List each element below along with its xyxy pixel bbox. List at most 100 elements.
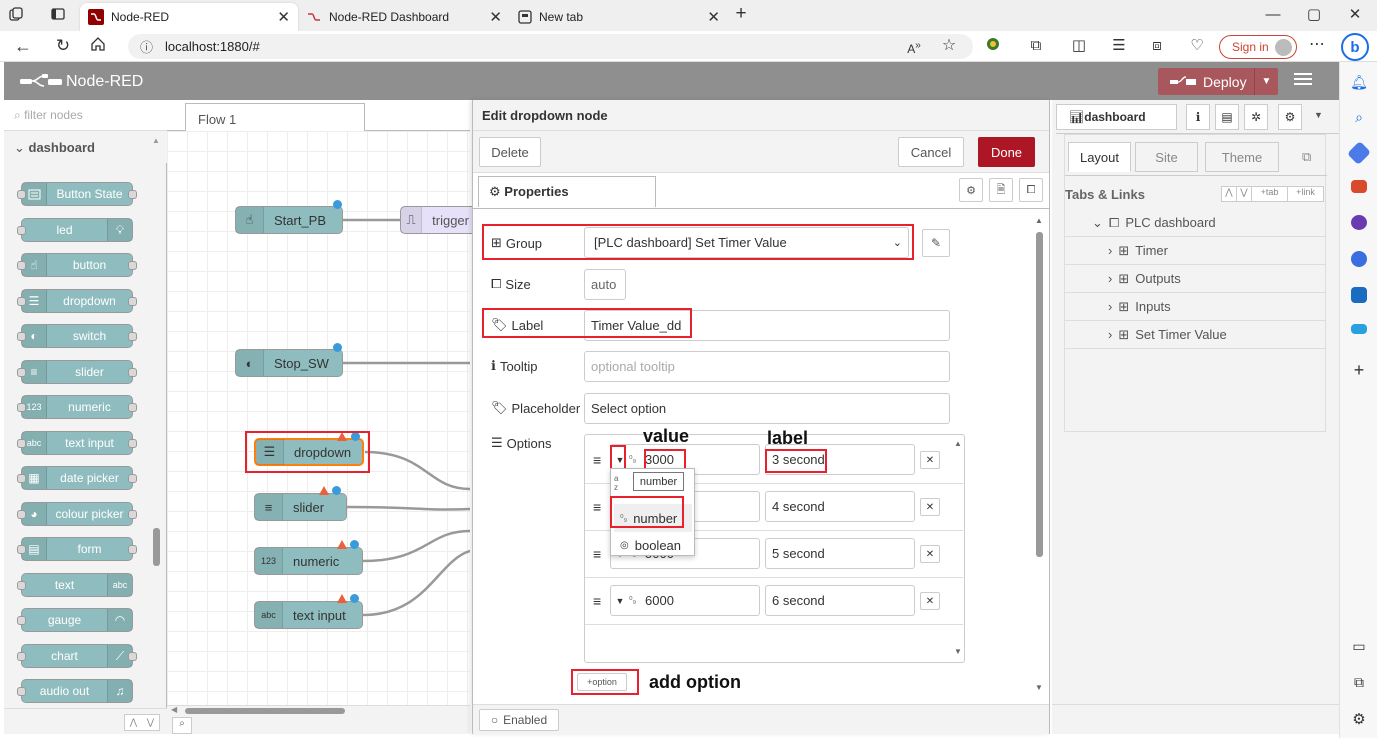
string-type-icon[interactable]: az xyxy=(614,474,618,492)
tree-tab-plc-dashboard[interactable]: ⌄ ⧠ PLC dashboard xyxy=(1065,209,1325,237)
palette-node-chart[interactable]: chart ⟋ xyxy=(17,644,137,668)
split-screen-icon[interactable]: ◫ xyxy=(1068,36,1090,56)
url-field[interactable]: ⓘ localhost:1880/# xyxy=(128,34,973,59)
flow-node-slider[interactable]: ≡ slider xyxy=(254,493,347,521)
tab-actions-icon[interactable] xyxy=(50,6,72,22)
notification-bell-icon[interactable]: 🔔︎ xyxy=(1348,74,1370,92)
subtab-layout[interactable]: Layout xyxy=(1068,142,1131,172)
tooltip-input[interactable]: optional tooltip xyxy=(584,351,950,382)
open-external-icon[interactable]: ⧉ xyxy=(1348,674,1370,692)
drag-handle-icon[interactable]: ≡ xyxy=(593,546,601,562)
scroll-up-icon[interactable]: ▲ xyxy=(152,136,160,145)
cancel-button[interactable]: Cancel xyxy=(898,137,964,167)
tray-scroll-up-icon[interactable]: ▲ xyxy=(1035,216,1043,225)
type-dropdown-caret-icon[interactable]: ▼ xyxy=(611,596,629,606)
palette-filter-input[interactable]: ⌕ filter nodes xyxy=(4,100,167,131)
copilot-icon[interactable]: b xyxy=(1341,33,1369,61)
new-tab-button[interactable]: + xyxy=(730,4,752,24)
remove-option-icon[interactable]: ✕ xyxy=(920,498,940,516)
shopping-tag-icon[interactable] xyxy=(1346,140,1372,166)
close-tab-icon[interactable]: ✕ xyxy=(707,8,720,26)
palette-node-text-input[interactable]: abc text input xyxy=(17,431,137,455)
type-menu-item-boolean[interactable]: ◎ boolean xyxy=(614,536,692,554)
games-icon[interactable] xyxy=(1351,215,1367,230)
option-label-input[interactable]: 6 second xyxy=(765,585,915,616)
delete-button[interactable]: Delete xyxy=(479,137,541,167)
extensions-icon[interactable]: ⧉ xyxy=(1025,36,1047,56)
palette-node-button-state[interactable]: Button State xyxy=(17,182,137,206)
browser-tab-node-red[interactable]: Node-RED ✕ xyxy=(80,3,298,31)
debug-bug-icon[interactable]: ✲ xyxy=(1244,104,1268,130)
site-info-icon[interactable]: ⓘ xyxy=(140,37,153,56)
flow-node-start-pb[interactable]: ☝︎ Start_PB xyxy=(235,206,343,234)
palette-node-dropdown[interactable]: ☰ dropdown xyxy=(17,289,137,313)
config-gear-icon[interactable]: ⚙ xyxy=(1278,104,1302,130)
flow-node-trigger[interactable]: ⎍ trigger xyxy=(400,206,480,234)
open-dashboard-external-icon[interactable]: ⧉ xyxy=(1302,149,1311,165)
close-tab-icon[interactable]: ✕ xyxy=(277,8,290,26)
flow-node-numeric[interactable]: 123 numeric xyxy=(254,547,363,575)
drag-handle-icon[interactable]: ≡ xyxy=(593,499,601,515)
palette-node-colour-picker[interactable]: ◕ colour picker xyxy=(17,502,137,526)
drag-handle-icon[interactable]: ≡ xyxy=(593,593,601,609)
palette-node-date-picker[interactable]: ▦ date picker xyxy=(17,466,137,490)
remove-option-icon[interactable]: ✕ xyxy=(920,451,940,469)
deploy-dropdown-chevron-icon[interactable]: ▼ xyxy=(1254,68,1278,95)
option-label-input[interactable]: 5 second xyxy=(765,538,915,569)
help-book-icon[interactable]: ▤ xyxy=(1215,104,1239,130)
flow-node-text-input[interactable]: abc text input xyxy=(254,601,363,629)
palette-node-form[interactable]: ▤ form xyxy=(17,537,137,561)
placeholder-input[interactable]: Select option xyxy=(584,393,950,424)
option-label-input[interactable]: 4 second xyxy=(765,491,915,522)
drag-handle-icon[interactable]: ≡ xyxy=(593,452,601,468)
palette-scrollbar[interactable] xyxy=(153,528,160,566)
done-button[interactable]: Done xyxy=(978,137,1035,167)
browser-tab-dashboard[interactable]: Node-RED Dashboard ✕ xyxy=(298,3,510,31)
deploy-button[interactable]: Deploy ▼ xyxy=(1158,68,1278,95)
send-icon[interactable] xyxy=(1351,324,1367,334)
collections-icon[interactable]: ⧈ xyxy=(1146,36,1168,56)
edit-group-pencil-icon[interactable]: ✎ xyxy=(922,229,950,257)
tree-group-set-timer-value[interactable]: › ⊞ Set Timer Value xyxy=(1065,321,1325,349)
tray-scroll-down-icon[interactable]: ▼ xyxy=(1035,683,1043,692)
tools-icon[interactable] xyxy=(1351,180,1367,193)
sidebar-settings-gear-icon[interactable]: ⚙ xyxy=(1348,710,1370,728)
enabled-toggle-button[interactable]: ○ Enabled xyxy=(479,709,559,731)
workspaces-icon[interactable] xyxy=(8,6,30,22)
collapse-all-icon[interactable]: ⋀ xyxy=(1222,187,1237,201)
info-tab-icon[interactable]: ℹ xyxy=(1186,104,1210,130)
palette-collapse-expand-buttons[interactable]: ⋀ ⋁ xyxy=(124,714,160,731)
main-menu-hamburger-icon[interactable] xyxy=(1294,71,1314,89)
favorite-star-icon[interactable]: ☆ xyxy=(938,36,960,56)
horizontal-scrollbar[interactable] xyxy=(185,708,345,714)
home-icon[interactable] xyxy=(90,36,112,52)
search-flows-icon[interactable]: ⌕ xyxy=(172,717,192,734)
scroll-left-icon[interactable]: ◀ xyxy=(171,705,177,714)
sidebar-menu-caret-icon[interactable]: ▼ xyxy=(1314,110,1323,120)
settings-more-icon[interactable]: ⋯ xyxy=(1306,35,1328,55)
add-sidebar-app-icon[interactable]: + xyxy=(1348,360,1370,380)
close-window-icon[interactable]: ✕ xyxy=(1344,5,1366,25)
size-button[interactable]: auto xyxy=(584,269,626,300)
appearance-icon[interactable]: ⧠ xyxy=(1019,178,1043,202)
browser-tab-new[interactable]: New tab ✕ xyxy=(510,3,728,31)
minimize-window-icon[interactable]: — xyxy=(1262,5,1284,25)
restore-window-icon[interactable]: ▢ xyxy=(1303,5,1325,25)
refresh-icon[interactable]: ↻ xyxy=(52,36,74,56)
subtab-site[interactable]: Site xyxy=(1135,142,1198,172)
favorites-icon[interactable]: ☰ xyxy=(1108,36,1130,56)
list-scroll-up-icon[interactable]: ▲ xyxy=(954,439,962,448)
palette-node-slider[interactable]: ≡ slider xyxy=(17,360,137,384)
palette-category-dashboard[interactable]: ⌄ dashboard xyxy=(4,131,167,163)
palette-node-led[interactable]: led 💡︎ xyxy=(17,218,133,242)
remove-option-icon[interactable]: ✕ xyxy=(920,545,940,563)
palette-node-numeric[interactable]: 123 numeric xyxy=(17,395,137,419)
list-scroll-down-icon[interactable]: ▼ xyxy=(954,647,962,656)
extension-globe-icon[interactable] xyxy=(985,36,1007,52)
tree-group-outputs[interactable]: › ⊞ Outputs xyxy=(1065,265,1325,293)
add-link-button[interactable]: +link xyxy=(1288,187,1323,201)
close-tab-icon[interactable]: ✕ xyxy=(489,8,502,26)
flow-canvas[interactable]: ☝︎ Start_PB ⎍ trigger ◐ Stop_SW ☰ dropdown ≡… xyxy=(167,131,480,705)
microsoft-365-icon[interactable] xyxy=(1351,251,1367,267)
flow-node-stop-sw[interactable]: ◐ Stop_SW xyxy=(235,349,343,377)
